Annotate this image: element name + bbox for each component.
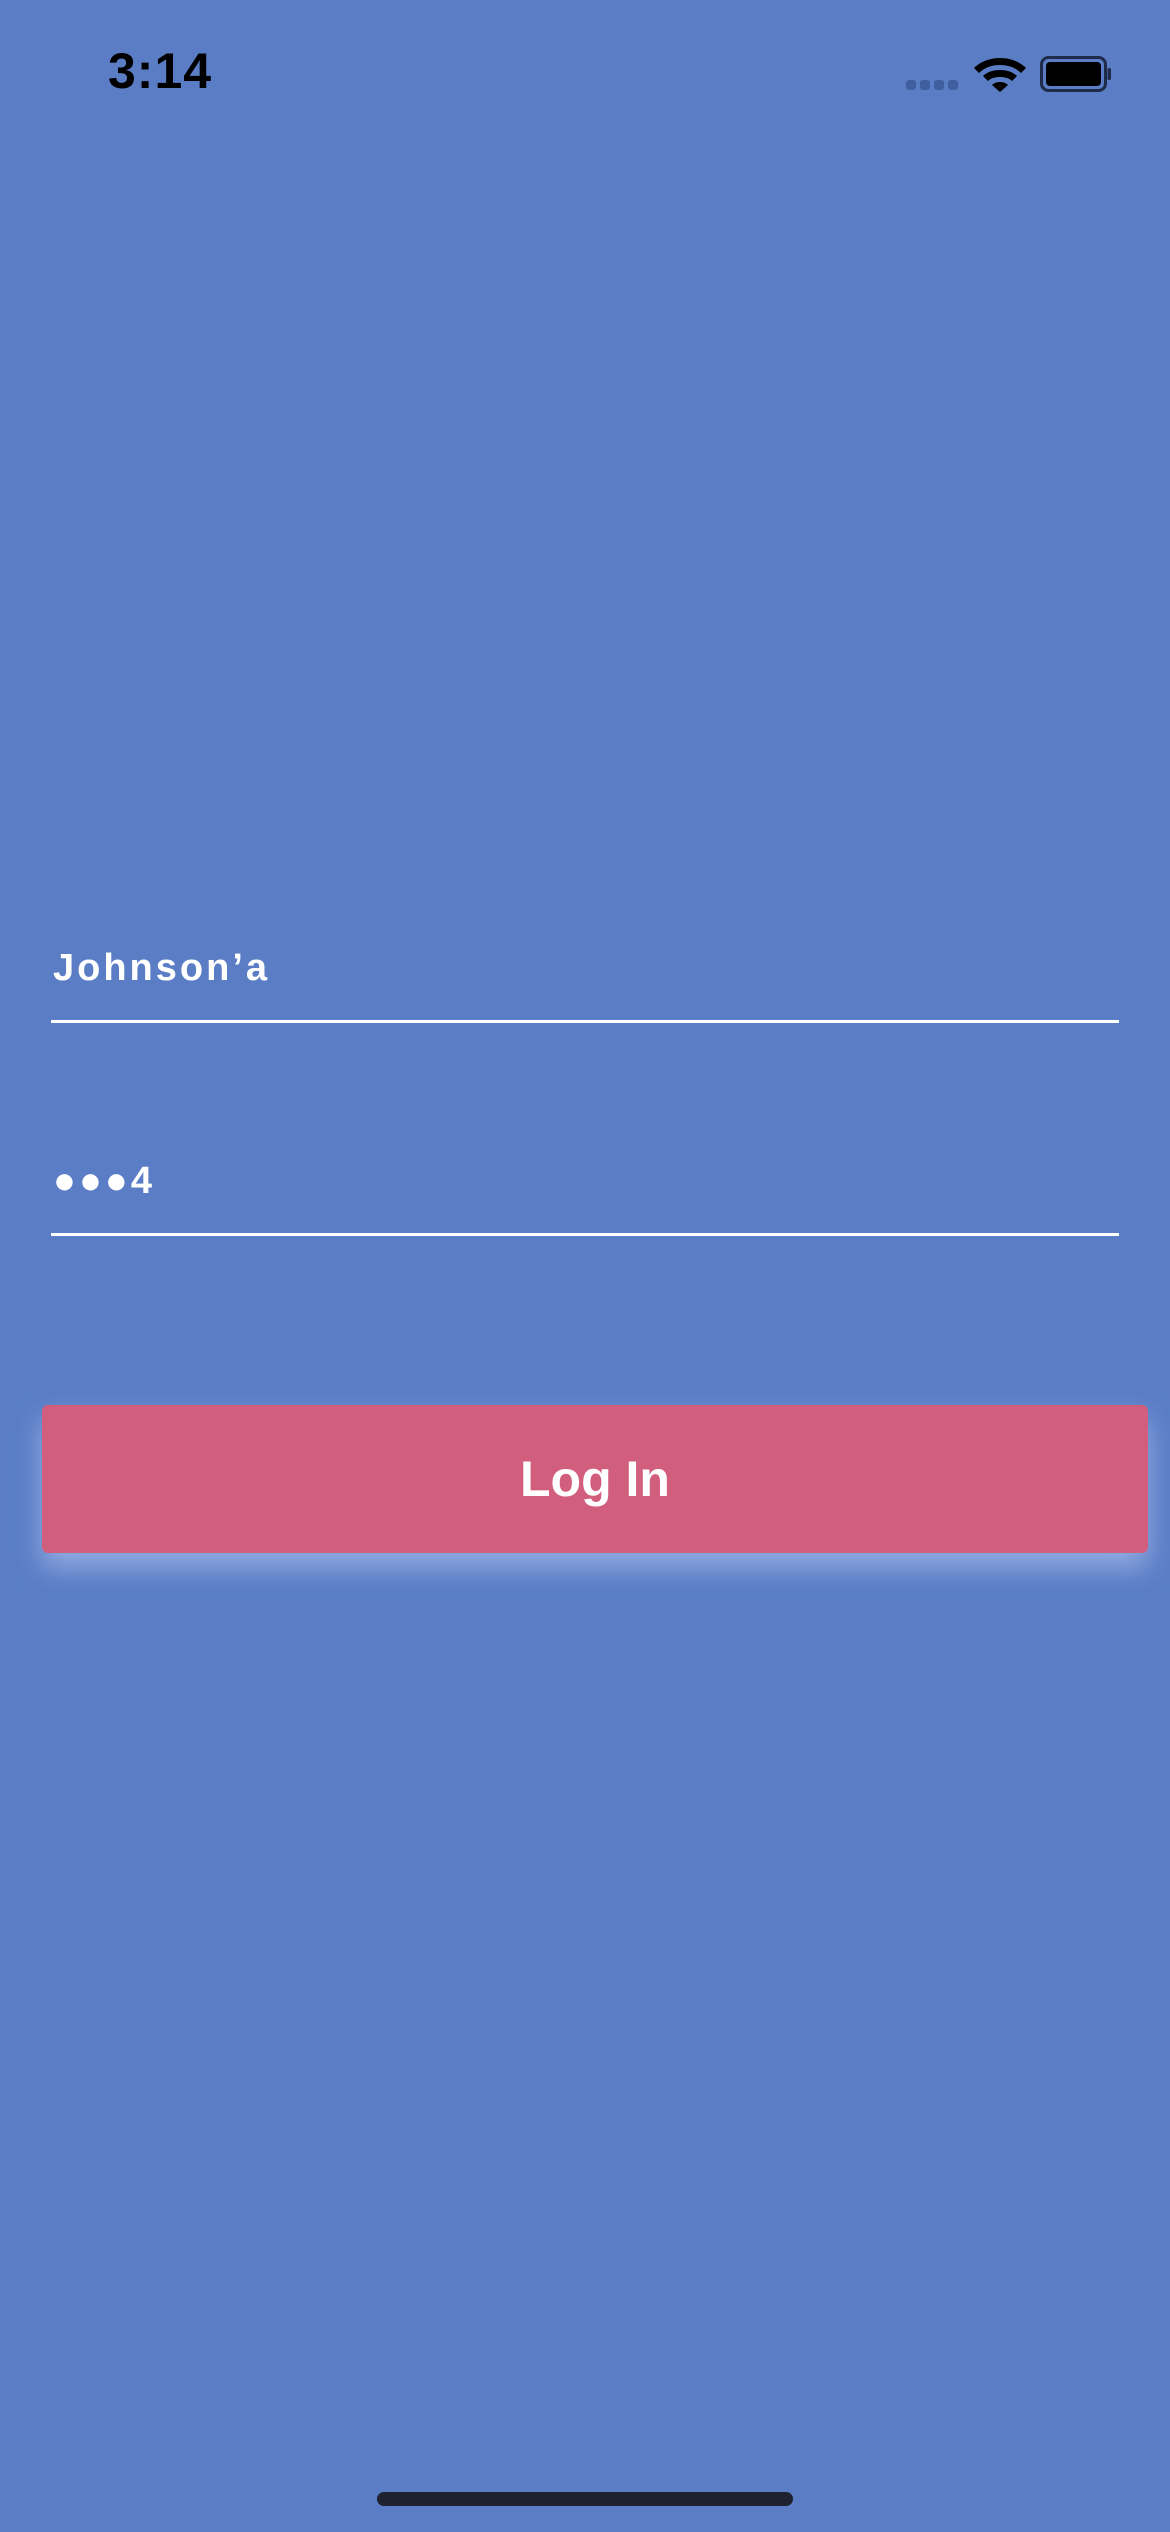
status-bar: 3:14 (0, 0, 1170, 150)
wifi-icon (974, 58, 1026, 92)
battery-icon (1040, 56, 1111, 92)
home-indicator[interactable] (377, 2492, 793, 2506)
username-field[interactable]: Johnson’a (51, 947, 1119, 1023)
login-button[interactable]: Log In (42, 1405, 1148, 1553)
password-field[interactable]: ●●●4 (51, 1160, 1119, 1236)
status-time: 3:14 (108, 43, 213, 99)
username-value: Johnson’a (53, 947, 271, 989)
cellular-signal-icon (906, 80, 960, 90)
login-button-label: Log In (520, 1451, 670, 1507)
password-value: ●●●4 (53, 1160, 155, 1202)
